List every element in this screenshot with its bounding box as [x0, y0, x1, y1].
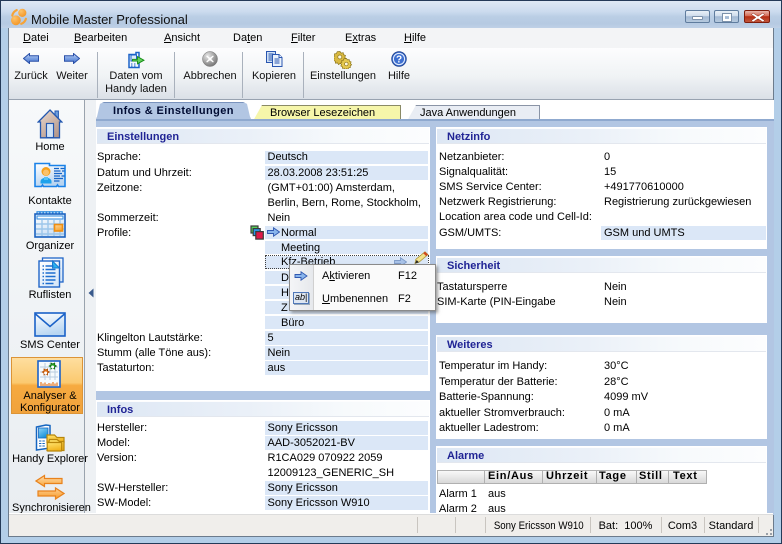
svg-text:?: ?	[396, 55, 402, 66]
